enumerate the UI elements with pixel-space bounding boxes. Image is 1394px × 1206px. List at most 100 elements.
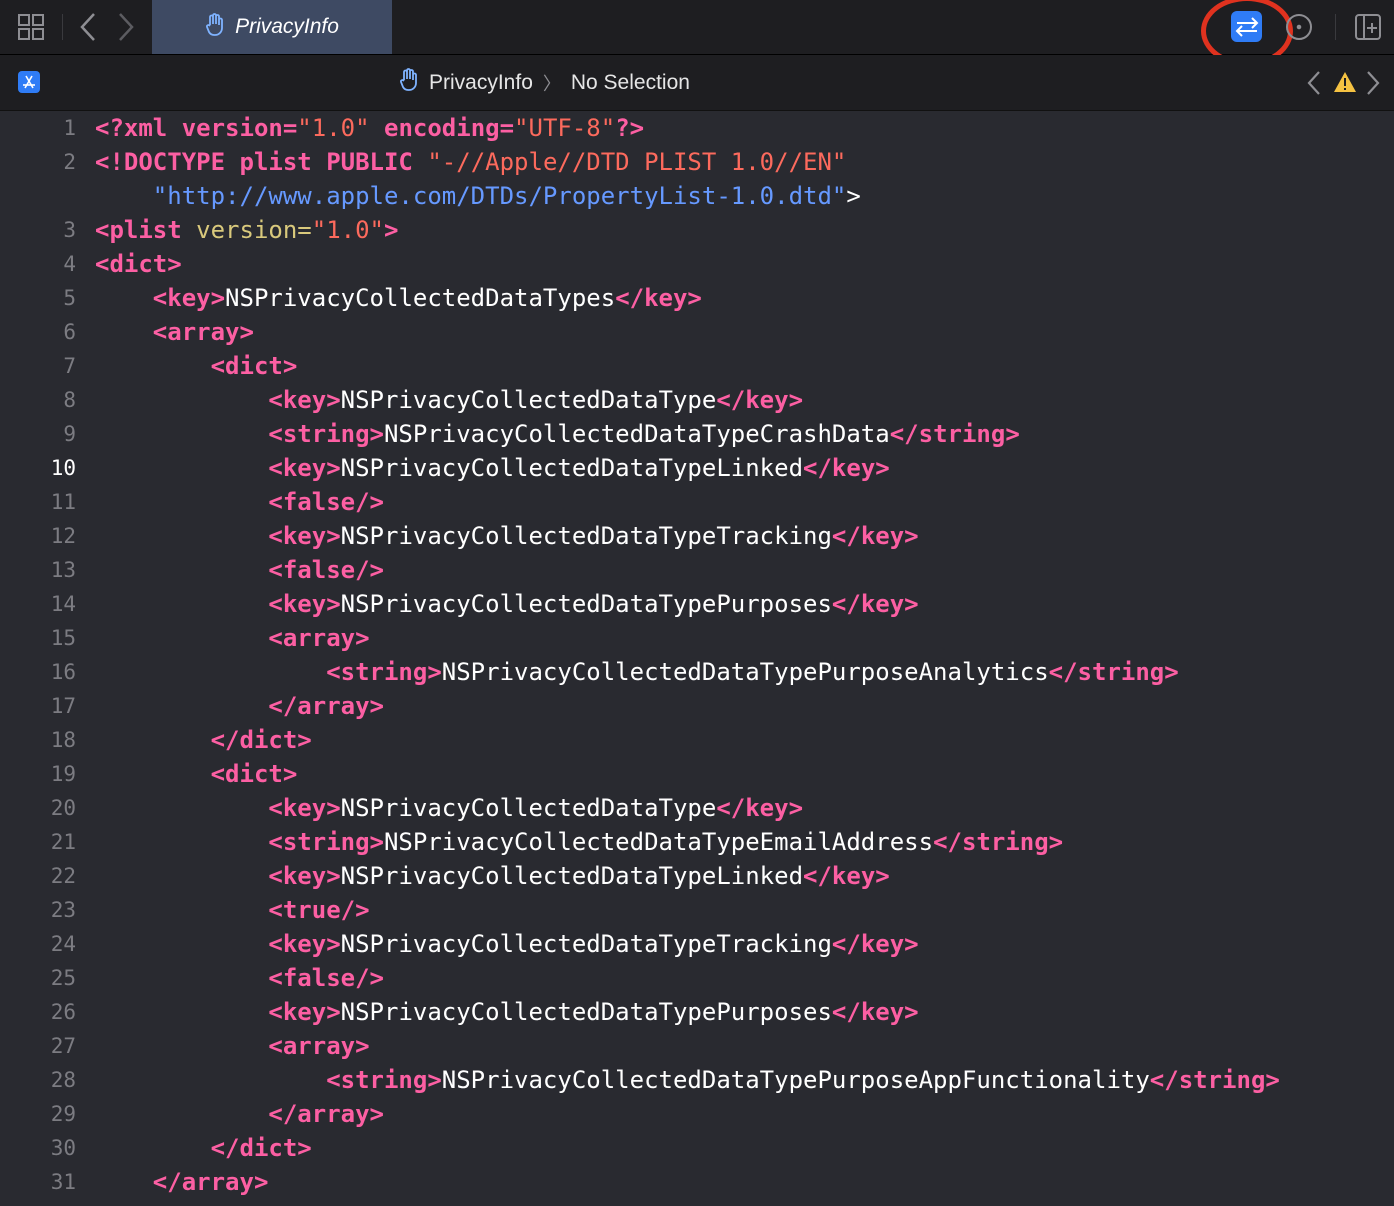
code-text: </dict> [210,1134,312,1162]
add-editor-icon[interactable] [1352,10,1384,44]
code-text: <dict> [210,352,298,380]
line-number: 4 [63,252,76,276]
forward-chevron-icon[interactable] [110,10,142,44]
line-number: 6 [63,320,76,344]
code-line[interactable]: 10 <key>NSPrivacyCollectedDataTypeLinked… [0,451,1394,485]
code-text: <?xml version="1.0" encoding="UTF-8"?> [95,114,645,142]
line-number: 14 [50,592,76,616]
warning-icon[interactable] [1333,71,1357,98]
code-line[interactable]: 4 <dict> [0,247,1394,281]
code-line[interactable]: 31 </array> [0,1165,1394,1199]
breadcrumb-selection[interactable]: No Selection [571,71,690,95]
code-line[interactable]: "http://www.apple.com/DTDs/PropertyList-… [0,179,1394,213]
hand-icon [205,12,225,42]
code-line[interactable]: 23 <true/> [0,893,1394,927]
code-line[interactable]: 19 <dict> [0,757,1394,791]
code-line[interactable]: 9 <string>NSPrivacyCollectedDataTypeCras… [0,417,1394,451]
next-issue-icon[interactable] [1364,69,1382,102]
code-text: <true/> [268,896,370,924]
code-line[interactable]: 28 <string>NSPrivacyCollectedDataTypePur… [0,1063,1394,1097]
back-chevron-icon[interactable] [72,10,104,44]
line-number: 29 [50,1102,76,1126]
breadcrumb-file[interactable]: PrivacyInfo [429,71,533,95]
code-line[interactable]: 12 <key>NSPrivacyCollectedDataTypeTracki… [0,519,1394,553]
code-line[interactable]: 18 </dict> [0,723,1394,757]
line-number: 19 [50,762,76,786]
line-number: 8 [63,388,76,412]
code-text: <plist version="1.0"> [95,216,399,244]
code-line[interactable]: 8 <key>NSPrivacyCollectedDataType</key> [0,383,1394,417]
code-text: <key>NSPrivacyCollectedDataTypeLinked</k… [268,454,890,482]
code-line[interactable]: 30 </dict> [0,1131,1394,1165]
code-line[interactable]: 3 <plist version="1.0"> [0,213,1394,247]
code-text: <string>NSPrivacyCollectedDataTypePurpos… [326,1066,1280,1094]
hand-icon [399,68,419,98]
code-text: <key>NSPrivacyCollectedDataTypeTracking<… [268,930,919,958]
code-text: <array> [268,1032,370,1060]
code-text: <string>NSPrivacyCollectedDataTypeCrashD… [268,420,1020,448]
code-line[interactable]: 6 <array> [0,315,1394,349]
breadcrumb: PrivacyInfo 〉 No Selection [399,68,690,98]
code-line[interactable]: 5 <key>NSPrivacyCollectedDataTypes</key> [0,281,1394,315]
code-text: <dict> [210,760,298,788]
code-text: <false/> [268,964,384,992]
line-number: 18 [50,728,76,752]
code-text: <key>NSPrivacyCollectedDataTypePurposes<… [268,998,919,1026]
app-store-icon[interactable] [18,71,40,93]
source-editor[interactable]: 1 <?xml version="1.0" encoding="UTF-8"?> 2… [0,111,1394,1206]
tab-privacyinfo[interactable]: PrivacyInfo [152,0,392,54]
line-number: 15 [50,626,76,650]
code-line[interactable]: 24 <key>NSPrivacyCollectedDataTypeTracki… [0,927,1394,961]
line-number: 23 [50,898,76,922]
code-text: <key>NSPrivacyCollectedDataTypeLinked</k… [268,862,890,890]
code-text: <key>NSPrivacyCollectedDataTypePurposes<… [268,590,919,618]
line-number: 21 [50,830,76,854]
more-options-icon[interactable] [1283,10,1315,44]
line-number: 1 [63,116,76,140]
code-text: <string>NSPrivacyCollectedDataTypeEmailA… [268,828,1064,856]
previous-issue-icon[interactable] [1305,69,1323,102]
line-number: 26 [50,1000,76,1024]
grid-icon[interactable] [15,10,47,44]
code-text: <dict> [95,250,182,278]
code-text: </array> [268,1100,384,1128]
code-line[interactable]: 17 </array> [0,689,1394,723]
line-number: 10 [50,456,76,480]
code-line[interactable]: 27 <array> [0,1029,1394,1063]
code-line[interactable]: 20 <key>NSPrivacyCollectedDataType</key> [0,791,1394,825]
tab-title: PrivacyInfo [235,15,339,38]
code-line[interactable]: 7 <dict> [0,349,1394,383]
code-line[interactable]: 25 <false/> [0,961,1394,995]
code-text: <!DOCTYPE plist PUBLIC "-//Apple//DTD PL… [95,148,847,176]
code-text: <string>NSPrivacyCollectedDataTypePurpos… [326,658,1179,686]
line-number: 17 [50,694,76,718]
line-number: 31 [50,1170,76,1194]
code-line[interactable]: 15 <array> [0,621,1394,655]
code-line[interactable]: 14 <key>NSPrivacyCollectedDataTypePurpos… [0,587,1394,621]
code-line[interactable]: 29 </array> [0,1097,1394,1131]
code-line[interactable]: 22 <key>NSPrivacyCollectedDataTypeLinked… [0,859,1394,893]
code-line[interactable]: 16 <string>NSPrivacyCollectedDataTypePur… [0,655,1394,689]
line-number: 3 [63,218,76,242]
jump-bar: PrivacyInfo 〉 No Selection [0,55,1394,111]
line-number: 27 [50,1034,76,1058]
code-text: "http://www.apple.com/DTDs/PropertyList-… [152,182,861,210]
code-text: </array> [268,692,384,720]
line-number: 20 [50,796,76,820]
line-number: 30 [50,1136,76,1160]
line-number: 12 [50,524,76,548]
code-line[interactable]: 11 <false/> [0,485,1394,519]
code-line[interactable]: 1 <?xml version="1.0" encoding="UTF-8"?> [0,111,1394,145]
code-line[interactable]: 26 <key>NSPrivacyCollectedDataTypePurpos… [0,995,1394,1029]
code-text: <false/> [268,556,384,584]
line-number: 13 [50,558,76,582]
code-text: </array> [152,1168,269,1196]
code-line[interactable]: 13 <false/> [0,553,1394,587]
line-number: 28 [50,1068,76,1092]
line-number: 7 [63,354,76,378]
line-number: 22 [50,864,76,888]
line-number: 9 [63,422,76,446]
code-line[interactable]: 21 <string>NSPrivacyCollectedDataTypeEma… [0,825,1394,859]
code-text: <key>NSPrivacyCollectedDataTypeTracking<… [268,522,919,550]
code-line[interactable]: 2 <!DOCTYPE plist PUBLIC "-//Apple//DTD P… [0,145,1394,179]
